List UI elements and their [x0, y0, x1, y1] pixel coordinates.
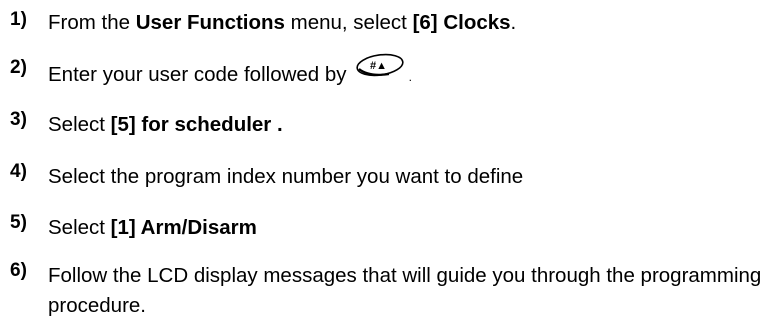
- menu-option: [5] for scheduler .: [110, 113, 283, 136]
- step-text: Select [1] Arm/Disarm: [48, 216, 257, 239]
- step-number: 3): [10, 109, 27, 130]
- step-text: From the User Functions menu, select [6]…: [48, 11, 517, 34]
- menu-option: [1] Arm/Disarm: [110, 216, 257, 239]
- step-text: Enter your user code followed by #▲ .: [48, 53, 768, 93]
- svg-text:#▲: #▲: [370, 60, 387, 72]
- step-number: 2): [10, 57, 27, 78]
- step-number: 4): [10, 161, 27, 182]
- instruction-list: 1) From the User Functions menu, select …: [0, 0, 773, 325]
- menu-name: User Functions: [135, 11, 285, 34]
- step-number: 1): [10, 9, 27, 30]
- step-number: 6): [10, 260, 27, 281]
- step-text: Follow the LCD display messages that wil…: [48, 264, 762, 317]
- hash-arrow-key-icon: #▲: [355, 52, 407, 87]
- step-text: Select [5] for scheduler .: [48, 113, 283, 136]
- step-text: Select the program index number you want…: [48, 165, 524, 188]
- menu-option: [6] Clocks: [412, 11, 511, 34]
- step-number: 5): [10, 212, 27, 233]
